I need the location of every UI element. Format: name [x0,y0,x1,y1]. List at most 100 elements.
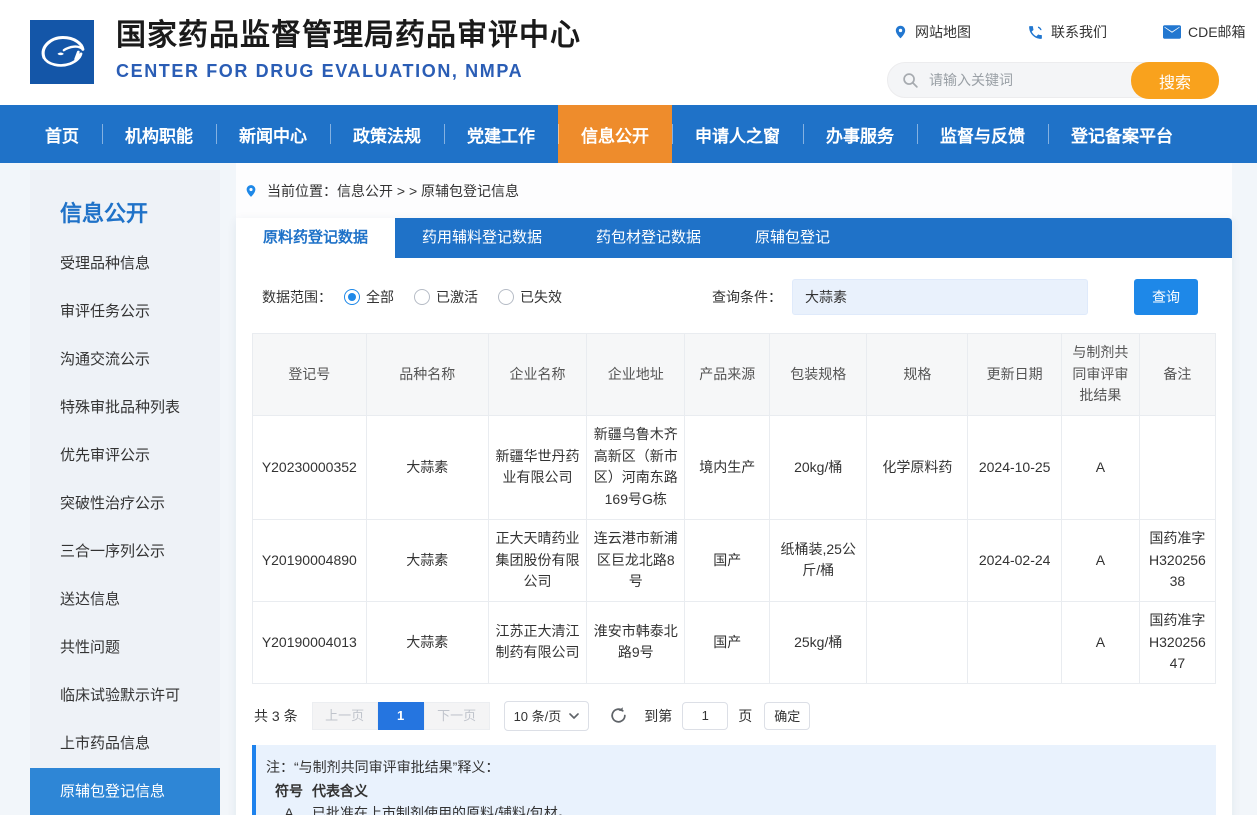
col-joint-review-result: 与制剂共同审评审批结果 [1061,334,1139,416]
main-content: 当前位置：信息公开 > > 原辅包登记信息 原料药登记数据 药用辅料登记数据 药… [236,163,1232,815]
goto-confirm-button[interactable]: 确定 [764,702,810,730]
table-row: Y20230000352 大蒜素 新疆华世丹药业有限公司 新疆乌鲁木齐高新区（新… [253,416,1216,520]
nav-item-registration-platform[interactable]: 登记备案平台 [1048,105,1196,163]
col-product-origin: 产品来源 [685,334,770,416]
nav-item-services[interactable]: 办事服务 [803,105,917,163]
search-icon [902,72,919,89]
phone-icon [1027,24,1044,41]
contact-link[interactable]: 联系我们 [1027,22,1107,42]
radio-expired-icon[interactable] [498,289,514,305]
total-count: 共 3 条 [254,706,298,726]
goto-page-label: 到第 [644,706,672,726]
cell-product-origin: 国产 [685,519,770,601]
query-condition-input[interactable] [792,279,1088,315]
sitemap-link[interactable]: 网站地图 [893,22,971,42]
col-packaging-spec: 包装规格 [770,334,867,416]
next-page-button[interactable]: 下一页 [424,702,490,730]
cell-company-address: 连云港市新浦区巨龙北路8号 [587,519,685,601]
cde-page: 国家药品监督管理局药品审评中心 CENTER FOR DRUG EVALUATI… [0,0,1257,815]
cell-product-origin: 国产 [685,601,770,683]
tab-excipient-registration-data[interactable]: 药用辅料登记数据 [395,218,569,258]
nav-item-info-disclosure[interactable]: 信息公开 [558,105,672,163]
cell-remark: 国药准字H32025638 [1139,519,1215,601]
data-scope-radio-group: 全部 已激活 已失效 [344,287,562,307]
nav-item-party[interactable]: 党建工作 [444,105,558,163]
nav-item-home[interactable]: 首页 [22,105,102,163]
cell-packaging-spec: 纸桶装,25公斤/桶 [770,519,867,601]
tab-raw-excipient-packaging-registration[interactable]: 原辅包登记 [728,218,857,258]
cell-joint-review-result: A [1061,416,1139,520]
radio-option-expired[interactable]: 已失效 [498,287,562,307]
cell-variety-name: 大蒜素 [366,519,488,601]
refresh-icon [609,706,628,725]
cde-mail-link[interactable]: CDE邮箱 [1163,22,1246,42]
nav-item-applicant-window[interactable]: 申请人之窗 [672,105,803,163]
nav-item-functions[interactable]: 机构职能 [102,105,216,163]
col-spec: 规格 [867,334,968,416]
sidebar-item-accepted-varieties[interactable]: 受理品种信息 [30,240,220,288]
sidebar-item-common-issues[interactable]: 共性问题 [30,624,220,672]
radio-expired-label: 已失效 [520,287,562,307]
legend-table: 符号 代表含义 A 已批准在上市制剂使用的原料/辅料/包材。 I 尚未通过与制剂… [266,780,1200,815]
col-remark: 备注 [1139,334,1215,416]
nav-item-supervision[interactable]: 监督与反馈 [917,105,1048,163]
sidebar-item-special-approval[interactable]: 特殊审批品种列表 [30,384,220,432]
site-search-button[interactable]: 搜索 [1131,62,1219,99]
col-company-address: 企业地址 [587,334,685,416]
breadcrumb-text: 当前位置：信息公开 > > 原辅包登记信息 [267,181,519,201]
site-header: 国家药品监督管理局药品审评中心 CENTER FOR DRUG EVALUATI… [0,0,1257,105]
table-header-row: 登记号 品种名称 企业名称 企业地址 产品来源 包装规格 规格 更新日期 与制剂… [253,334,1216,416]
contact-link-label: 联系我们 [1051,22,1107,42]
nav-item-news[interactable]: 新闻中心 [216,105,330,163]
sidebar-item-marketed-drugs[interactable]: 上市药品信息 [30,720,220,768]
sidebar-item-priority-review[interactable]: 优先审评公示 [30,432,220,480]
cde-logo[interactable] [30,20,94,84]
table-row: Y20190004890 大蒜素 正大天晴药业集团股份有限公司 连云港市新浦区巨… [253,519,1216,601]
data-scope-label: 数据范围： [262,287,332,307]
col-company-name: 企业名称 [488,334,586,416]
radio-option-all[interactable]: 全部 [344,287,394,307]
sidebar-item-raw-excipient-packaging[interactable]: 原辅包登记信息 [30,768,220,815]
sidebar-item-review-tasks[interactable]: 审评任务公示 [30,288,220,336]
radio-option-activated[interactable]: 已激活 [414,287,478,307]
site-title: 国家药品监督管理局药品审评中心 [116,16,581,56]
sidebar-item-clinical-trial-implied-license[interactable]: 临床试验默示许可 [30,672,220,720]
prev-page-button[interactable]: 上一页 [312,702,378,730]
content-card: 原料药登记数据 药用辅料登记数据 药包材登记数据 原辅包登记 数据范围： 全部 … [236,218,1232,815]
query-button[interactable]: 查询 [1134,279,1198,315]
page-size-select[interactable]: 10 条/页 [504,701,590,731]
legend-note: 注：“与制剂共同审评审批结果”释义： 符号 代表含义 A 已批准在上市制剂使用的… [252,745,1216,815]
cell-spec [867,519,968,601]
cell-joint-review-result: A [1061,601,1139,683]
pagination: 共 3 条 上一页 1 下一页 10 条/页 到第 页 确定 [254,701,1216,731]
cde-logo-swirl-icon [33,23,91,81]
cell-company-name: 江苏正大清江制药有限公司 [488,601,586,683]
page-size-value: 10 条/页 [514,706,562,725]
col-registration-no: 登记号 [253,334,367,416]
legend-note-title: 注：“与制剂共同审评审批结果”释义： [266,756,1200,778]
sidebar-item-delivery-info[interactable]: 送达信息 [30,576,220,624]
radio-activated-icon[interactable] [414,289,430,305]
goto-page-input[interactable] [682,702,728,730]
brand-block: 国家药品监督管理局药品审评中心 CENTER FOR DRUG EVALUATI… [116,16,581,86]
tab-api-registration-data[interactable]: 原料药登记数据 [236,218,395,258]
radio-all-icon[interactable] [344,289,360,305]
refresh-button[interactable] [609,706,628,725]
cell-variety-name: 大蒜素 [366,601,488,683]
cell-remark: 国药准字H32025647 [1139,601,1215,683]
site-search-bar: 搜索 [887,62,1219,98]
tab-bar: 原料药登记数据 药用辅料登记数据 药包材登记数据 原辅包登记 [236,218,1232,258]
cell-spec: 化学原料药 [867,416,968,520]
quick-links: 网站地图 联系我们 CDE邮箱 [893,22,1246,42]
sidebar-item-three-in-one[interactable]: 三合一序列公示 [30,528,220,576]
current-page-button[interactable]: 1 [378,702,424,730]
filter-row: 数据范围： 全部 已激活 已失效 查询条件： [236,258,1232,333]
nav-item-policy[interactable]: 政策法规 [330,105,444,163]
goto-page-unit: 页 [738,706,752,726]
cell-registration-no: Y20230000352 [253,416,367,520]
sidebar-item-communication[interactable]: 沟通交流公示 [30,336,220,384]
cell-packaging-spec: 25kg/桶 [770,601,867,683]
tab-packaging-registration-data[interactable]: 药包材登记数据 [569,218,728,258]
sidebar-item-breakthrough-therapy[interactable]: 突破性治疗公示 [30,480,220,528]
sitemap-link-label: 网站地图 [915,22,971,42]
